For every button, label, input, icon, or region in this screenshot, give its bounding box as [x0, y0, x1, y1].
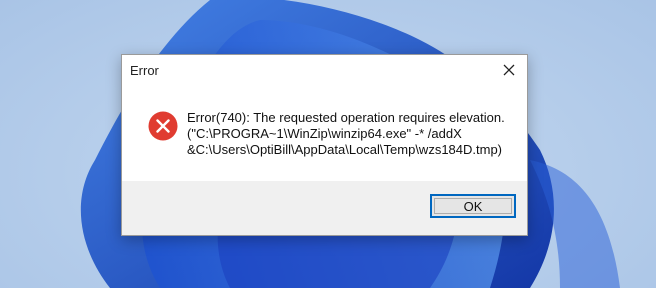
dialog-content: Error(740): The requested operation requ…	[122, 85, 527, 181]
error-dialog: Error Error(740): The requested operatio…	[121, 54, 528, 236]
error-message-line: &C:\Users\OptiBill\AppData\Local\Temp\wz…	[187, 142, 503, 157]
error-message-line: ("C:\PROGRA~1\WinZip\winzip64.exe" -* /a…	[187, 126, 462, 141]
dialog-footer: OK	[122, 181, 527, 235]
dialog-title: Error	[130, 63, 159, 78]
error-message-line: Error(740): The requested operation requ…	[187, 110, 505, 125]
close-button[interactable]	[491, 55, 527, 85]
close-icon	[503, 64, 515, 76]
dialog-titlebar[interactable]: Error	[122, 55, 527, 85]
error-message: Error(740): The requested operation requ…	[187, 110, 517, 158]
ok-button[interactable]: OK	[430, 194, 516, 218]
ok-button-label: OK	[463, 198, 483, 214]
error-icon	[148, 111, 178, 141]
